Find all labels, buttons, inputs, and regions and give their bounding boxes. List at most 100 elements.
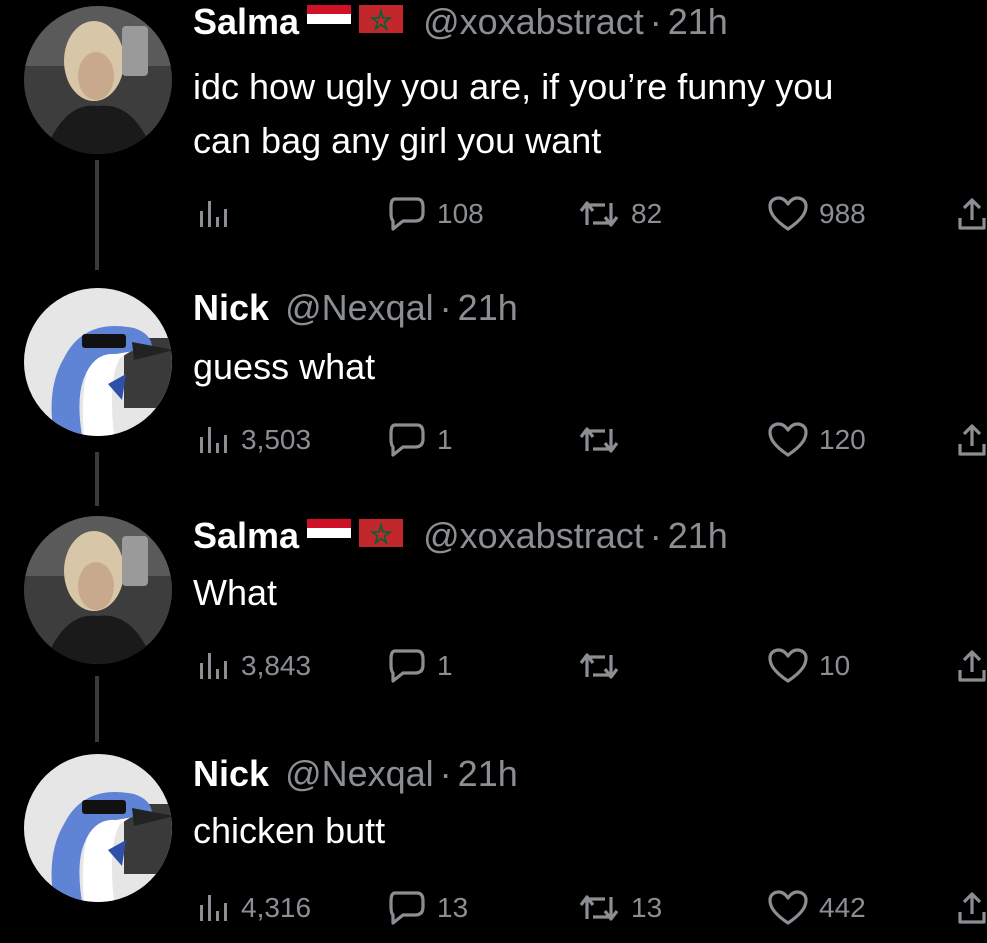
reply-icon bbox=[389, 649, 425, 683]
yemen-flag-icon bbox=[307, 1, 352, 41]
avatar[interactable] bbox=[24, 288, 172, 436]
yemen-flag-icon bbox=[307, 515, 352, 555]
reply-button[interactable]: 1 bbox=[387, 420, 453, 460]
tweet-text: idc how ugly you are, if you’re funny yo… bbox=[193, 60, 973, 168]
user-handle[interactable]: @Nexqal bbox=[285, 753, 434, 794]
views-button[interactable]: 3,843 bbox=[197, 646, 311, 686]
tweet-header: Nick @Nexqal · 21h bbox=[193, 288, 518, 328]
separator-dot: · bbox=[649, 515, 662, 556]
user-handle[interactable]: @Nexqal bbox=[285, 287, 434, 328]
tweet[interactable]: Salma @xoxabstract · 21h idc how ugly you … bbox=[0, 0, 987, 270]
reply-button[interactable]: 1 bbox=[387, 646, 453, 686]
repost-button[interactable]: 82 bbox=[577, 194, 662, 234]
tweet-text-line: can bag any girl you want bbox=[193, 120, 602, 161]
separator-dot: · bbox=[649, 1, 662, 42]
views-button[interactable]: 4,316 bbox=[197, 888, 311, 928]
tweet-text-line: chicken butt bbox=[193, 810, 386, 851]
like-count: 10 bbox=[819, 650, 851, 681]
bar-chart-icon bbox=[200, 653, 227, 679]
share-icon bbox=[958, 650, 986, 682]
user-handle[interactable]: @xoxabstract bbox=[423, 1, 644, 42]
like-button[interactable]: 10 bbox=[767, 646, 850, 686]
views-count: 3,503 bbox=[241, 424, 312, 455]
like-count: 442 bbox=[819, 892, 866, 923]
views-count: 3,843 bbox=[241, 650, 312, 681]
like-button[interactable]: 442 bbox=[767, 888, 866, 928]
repost-button[interactable] bbox=[577, 646, 631, 686]
action-bar: 108 82 988 bbox=[193, 194, 987, 234]
tweet-header: Salma @xoxabstract · 21h bbox=[193, 516, 728, 558]
action-bar: 3,843 1 10 bbox=[193, 646, 987, 686]
timestamp[interactable]: 21h bbox=[668, 1, 728, 42]
heart-icon bbox=[768, 422, 808, 457]
reply-count: 108 bbox=[437, 198, 484, 229]
heart-icon bbox=[768, 890, 808, 925]
tweet-text-line: What bbox=[193, 572, 278, 613]
repost-button[interactable]: 13 bbox=[577, 888, 662, 928]
avatar[interactable] bbox=[24, 754, 172, 902]
share-button[interactable] bbox=[957, 420, 987, 460]
share-icon bbox=[958, 424, 986, 456]
avatar[interactable] bbox=[24, 6, 172, 154]
separator-dot: · bbox=[439, 753, 452, 794]
like-count: 988 bbox=[819, 198, 866, 229]
tweet[interactable]: Salma @xoxabstract · 21h What 3,843 1 10 bbox=[0, 506, 987, 742]
action-bar: 4,316 13 13 442 bbox=[193, 888, 987, 928]
tweet[interactable]: Nick @Nexqal · 21h guess what 3,503 1 120 bbox=[0, 270, 987, 506]
views-button[interactable]: 3,503 bbox=[197, 420, 311, 460]
heart-icon bbox=[768, 196, 808, 231]
tweet-header: Salma @xoxabstract · 21h bbox=[193, 2, 728, 44]
thread-line bbox=[95, 452, 99, 506]
share-icon bbox=[958, 892, 986, 924]
repost-button[interactable] bbox=[577, 420, 631, 460]
share-button[interactable] bbox=[957, 888, 987, 928]
display-name[interactable]: Nick bbox=[193, 287, 269, 328]
tweet-text-line: idc how ugly you are, if you’re funny yo… bbox=[193, 66, 834, 107]
user-handle[interactable]: @xoxabstract bbox=[423, 515, 644, 556]
bar-chart-icon bbox=[200, 895, 227, 921]
display-name[interactable]: Nick bbox=[193, 753, 269, 794]
morocco-flag-icon bbox=[359, 515, 404, 555]
heart-icon bbox=[768, 648, 808, 683]
bar-chart-icon bbox=[200, 201, 227, 227]
reply-button[interactable]: 13 bbox=[387, 888, 468, 928]
tweet-text-line: guess what bbox=[193, 346, 376, 387]
tweet[interactable]: Nick @Nexqal · 21h chicken butt 4,316 13 1… bbox=[0, 742, 987, 943]
timestamp[interactable]: 21h bbox=[668, 515, 728, 556]
share-icon bbox=[958, 198, 986, 230]
display-name[interactable]: Salma bbox=[193, 515, 299, 556]
avatar[interactable] bbox=[24, 516, 172, 664]
repost-count: 13 bbox=[631, 892, 663, 923]
display-name[interactable]: Salma bbox=[193, 1, 299, 42]
bar-chart-icon bbox=[200, 427, 227, 453]
tweet-text: guess what bbox=[193, 340, 973, 394]
reply-count: 1 bbox=[437, 650, 453, 681]
like-button[interactable]: 120 bbox=[767, 420, 866, 460]
reply-count: 13 bbox=[437, 892, 469, 923]
morocco-flag-icon bbox=[359, 1, 404, 41]
repost-count: 82 bbox=[631, 198, 663, 229]
reply-count: 1 bbox=[437, 424, 453, 455]
like-button[interactable]: 988 bbox=[767, 194, 866, 234]
tweet-header: Nick @Nexqal · 21h bbox=[193, 754, 518, 794]
views-count: 4,316 bbox=[241, 892, 312, 923]
tweet-text: chicken butt bbox=[193, 804, 973, 858]
share-button[interactable] bbox=[957, 194, 987, 234]
reply-icon bbox=[389, 423, 425, 457]
tweet-text: What bbox=[193, 566, 973, 620]
share-button[interactable] bbox=[957, 646, 987, 686]
thread-line bbox=[95, 676, 99, 742]
repost-icon bbox=[579, 201, 619, 227]
reply-icon bbox=[389, 197, 425, 231]
reply-button[interactable]: 108 bbox=[387, 194, 484, 234]
separator-dot: · bbox=[439, 287, 452, 328]
timestamp[interactable]: 21h bbox=[458, 287, 518, 328]
thread-line bbox=[95, 160, 99, 270]
repost-icon bbox=[579, 895, 619, 921]
repost-icon bbox=[579, 653, 619, 679]
timestamp[interactable]: 21h bbox=[458, 753, 518, 794]
views-button[interactable] bbox=[197, 194, 241, 234]
repost-icon bbox=[579, 427, 619, 453]
like-count: 120 bbox=[819, 424, 866, 455]
action-bar: 3,503 1 120 bbox=[193, 420, 987, 460]
